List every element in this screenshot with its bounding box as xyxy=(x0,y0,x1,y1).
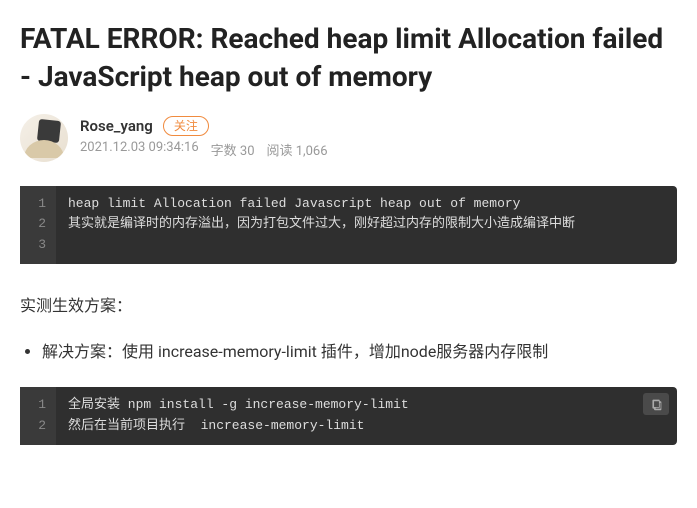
code-content[interactable]: heap limit Allocation failed Javascript … xyxy=(56,186,677,264)
view-count: 阅读 1,066 xyxy=(267,140,328,159)
author-name[interactable]: Rose_yang xyxy=(80,117,153,135)
code-line: 全局安装 npm install -g increase-memory-limi… xyxy=(68,395,665,416)
code-line: 然后在当前项目执行 increase-memory-limit xyxy=(68,416,665,437)
copy-icon xyxy=(650,398,663,411)
code-content[interactable]: 全局安装 npm install -g increase-memory-limi… xyxy=(56,387,677,445)
paragraph: 实测生效方案： xyxy=(20,292,677,316)
bullet-list: 解决方案：使用 increase-memory-limit 插件，增加node服… xyxy=(20,338,677,365)
meta-column: Rose_yang 关注 2021.12.03 09:34:16 字数 30 阅… xyxy=(80,116,328,160)
code-gutter: 1 2 3 xyxy=(20,186,56,264)
publish-datetime: 2021.12.03 09:34:16 xyxy=(80,140,199,159)
word-count: 字数 30 xyxy=(211,140,255,159)
line-number: 3 xyxy=(20,235,56,256)
list-item: 解决方案：使用 increase-memory-limit 插件，增加node服… xyxy=(42,338,677,365)
line-number: 1 xyxy=(20,194,56,215)
author-meta: Rose_yang 关注 2021.12.03 09:34:16 字数 30 阅… xyxy=(20,114,677,162)
follow-button[interactable]: 关注 xyxy=(163,116,209,137)
code-block-1: 1 2 3 heap limit Allocation failed Javas… xyxy=(20,186,677,264)
page-title: FATAL ERROR: Reached heap limit Allocati… xyxy=(20,20,677,96)
code-gutter: 1 2 xyxy=(20,387,56,445)
avatar[interactable] xyxy=(20,114,68,162)
code-line: heap limit Allocation failed Javascript … xyxy=(68,194,665,215)
line-number: 2 xyxy=(20,214,56,235)
line-number: 2 xyxy=(20,416,56,437)
line-number: 1 xyxy=(20,395,56,416)
code-line: 其实就是编译时的内存溢出，因为打包文件过大，刚好超过内存的限制大小造成编译中断 xyxy=(68,214,665,235)
author-line: Rose_yang 关注 xyxy=(80,116,328,137)
copy-button[interactable] xyxy=(643,393,669,415)
meta-line: 2021.12.03 09:34:16 字数 30 阅读 1,066 xyxy=(80,140,328,159)
code-block-2: 1 2 全局安装 npm install -g increase-memory-… xyxy=(20,387,677,445)
